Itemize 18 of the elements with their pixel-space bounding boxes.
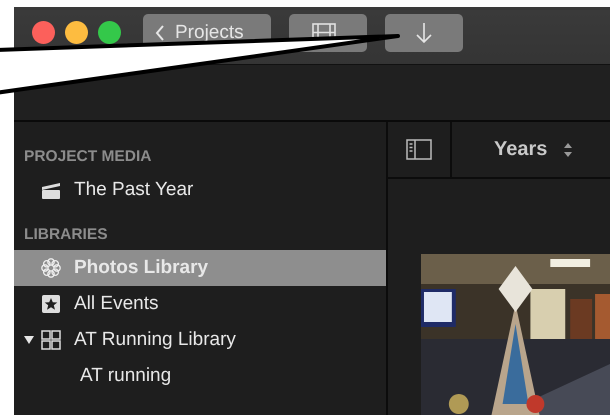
section-heading: PROJECT MEDIA [23,147,152,167]
section-heading: LIBRARIES [23,225,109,245]
sidebar-item[interactable]: All Events [14,286,386,322]
disclosure-triangle-icon[interactable] [24,336,34,344]
grid-icon [40,329,62,351]
up-down-arrows-icon [563,142,574,158]
chevron-left-icon [155,24,165,42]
window-control-dot[interactable] [32,21,55,44]
sort-menu[interactable]: Years [494,122,574,177]
down-arrow-icon [415,20,433,44]
flower-icon [40,257,62,279]
sidebar-item[interactable]: The Past Year [14,172,386,208]
sidebar-item[interactable]: AT Running Library [14,322,386,358]
sidebar-item[interactable]: AT running [14,358,386,394]
window-control-dot[interactable] [98,21,121,44]
import-button[interactable] [385,14,463,52]
sidebar-toggle-icon[interactable] [406,138,432,160]
window-control-dot[interactable] [65,21,88,44]
